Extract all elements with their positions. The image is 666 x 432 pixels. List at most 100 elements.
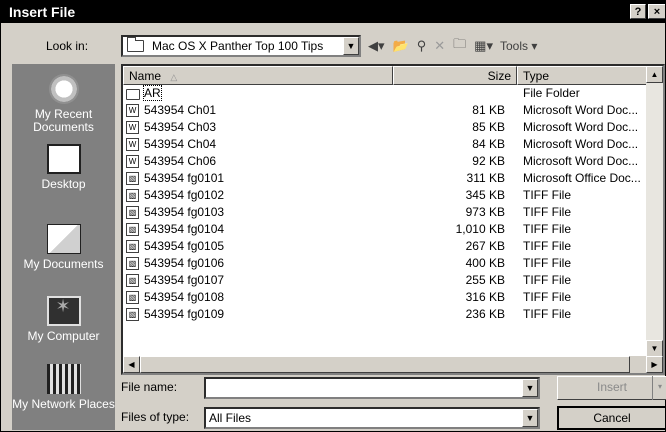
image-file-icon: ▧ xyxy=(126,274,139,287)
file-type: Microsoft Office Doc... xyxy=(523,171,641,185)
image-file-icon: ▧ xyxy=(126,308,139,321)
column-name-label: Name xyxy=(129,69,162,83)
look-in-value: Mac OS X Panther Top 100 Tips xyxy=(152,39,324,53)
file-name: 543954 Ch01 xyxy=(144,103,217,117)
file-type: TIFF File xyxy=(523,205,571,219)
place-label: Desktop xyxy=(41,177,86,191)
recent-documents-icon xyxy=(48,74,79,104)
file-size: 400 KB xyxy=(465,256,505,270)
column-header-size[interactable]: Size xyxy=(393,66,517,85)
insert-button-label: Insert xyxy=(596,380,627,394)
files-of-type-label: Files of type: xyxy=(121,410,190,424)
delete-icon[interactable]: ✕ xyxy=(431,38,448,54)
table-row[interactable]: W543954 Ch0692 KBMicrosoft Word Doc...8/… xyxy=(123,153,663,170)
file-size: 311 KB xyxy=(466,171,505,185)
horizontal-scrollbar[interactable]: ◀ ▶ xyxy=(123,356,663,373)
file-type: File Folder xyxy=(523,86,580,100)
file-size: 85 KB xyxy=(472,120,505,134)
table-row[interactable]: ▧ 543954 fg0101 311 KB Microsoft Office Doc… xyxy=(123,170,663,187)
insert-options-arrow-icon[interactable]: ▾ xyxy=(652,376,666,400)
table-row[interactable]: ▧543954 fg0103973 KBTIFF File7/28/2003 2… xyxy=(123,204,663,221)
scroll-right-icon[interactable]: ▶ xyxy=(646,356,663,373)
close-button[interactable]: × xyxy=(648,4,665,19)
cancel-button[interactable]: Cancel xyxy=(557,406,666,430)
scroll-up-icon[interactable]: ▲ xyxy=(646,66,663,83)
file-type: Microsoft Word Doc... xyxy=(523,120,639,134)
image-file-icon: ▧ xyxy=(126,257,139,270)
file-name: 543954 fg0102 xyxy=(144,188,225,202)
image-file-icon: ▧ xyxy=(126,172,139,185)
places-bar: My Recent Documents Desktop My Documents… xyxy=(12,64,115,430)
table-row[interactable]: W543954 Ch0181 KBMicrosoft Word Doc...7/… xyxy=(123,102,663,119)
file-size: 316 KB xyxy=(465,290,505,304)
up-folder-icon[interactable]: 📂 xyxy=(390,38,412,54)
table-row[interactable]: ▧543954 fg0107255 KBTIFF File7/28/2003 2… xyxy=(123,272,663,289)
dialog-title: Insert File xyxy=(9,4,76,20)
place-my-documents[interactable]: My Documents xyxy=(12,224,115,271)
back-icon[interactable]: ◀▾ xyxy=(365,38,388,54)
table-row[interactable]: ▧543954 fg0108316 KBTIFF File7/28/2003 2… xyxy=(123,289,663,306)
scroll-left-icon[interactable]: ◀ xyxy=(123,356,140,373)
files-of-type-value: All Files xyxy=(209,411,252,425)
place-my-recent-documents[interactable]: My Recent Documents xyxy=(12,74,115,134)
place-label: My Documents xyxy=(23,257,104,271)
file-name-input[interactable] xyxy=(206,379,516,395)
file-size: 236 KB xyxy=(465,307,505,321)
look-in-dropdown[interactable]: Mac OS X Panther Top 100 Tips ▼ xyxy=(121,35,361,57)
image-file-icon: ▧ xyxy=(126,206,139,219)
file-name: 543954 Ch03 xyxy=(144,120,217,134)
insert-button[interactable]: Insert xyxy=(557,376,666,400)
file-list[interactable]: Name △ Size Type Modified ARFile Folder1… xyxy=(121,64,665,375)
file-type: TIFF File xyxy=(523,239,571,253)
table-row[interactable]: ▧543954 fg0105267 KBTIFF File7/28/2003 2… xyxy=(123,238,663,255)
file-name: 543954 Ch06 xyxy=(144,154,217,168)
desktop-icon xyxy=(46,144,81,174)
word-document-icon: W xyxy=(126,121,139,134)
file-type: TIFF File xyxy=(523,273,571,287)
files-of-type-dropdown[interactable]: All Files ▼ xyxy=(204,407,540,429)
views-icon[interactable]: ▦▾ xyxy=(471,38,496,54)
horizontal-scroll-thumb[interactable] xyxy=(140,356,630,373)
file-size: 92 KB xyxy=(472,154,505,168)
file-name: 543954 fg0104 xyxy=(144,222,225,236)
table-row[interactable]: W543954 Ch0385 KBMicrosoft Word Doc...10… xyxy=(123,119,663,136)
column-header-type[interactable]: Type xyxy=(517,66,650,85)
tools-menu[interactable]: Tools ▾ xyxy=(498,39,540,53)
image-file-icon: ▧ xyxy=(126,223,139,236)
table-row[interactable]: ▧543954 fg0106400 KBTIFF File7/28/2003 2… xyxy=(123,255,663,272)
place-desktop[interactable]: Desktop xyxy=(12,144,115,191)
table-row[interactable]: W543954 Ch0484 KBMicrosoft Word Doc...9/… xyxy=(123,136,663,153)
word-document-icon: W xyxy=(126,155,139,168)
title-bar[interactable]: Insert File ? × xyxy=(1,1,665,23)
table-row[interactable]: ▧543954 fg0102345 KBTIFF File7/28/2003 2… xyxy=(123,187,663,204)
place-label: My Computer xyxy=(27,329,100,343)
file-size: 973 KB xyxy=(465,205,505,219)
scroll-down-icon[interactable]: ▼ xyxy=(646,340,663,357)
help-button[interactable]: ? xyxy=(630,4,646,19)
table-row[interactable]: ARFile Folder10/17/2003 1:16 AM xyxy=(123,85,663,102)
place-my-computer[interactable]: My Computer xyxy=(12,296,115,343)
file-name: 543954 fg0109 xyxy=(144,307,225,321)
chevron-down-icon[interactable]: ▼ xyxy=(522,379,538,397)
vertical-scrollbar[interactable]: ▲ ▼ xyxy=(646,66,663,357)
place-my-network-places[interactable]: My Network Places xyxy=(12,364,115,411)
chevron-down-icon[interactable]: ▼ xyxy=(343,37,359,55)
file-size: 345 KB xyxy=(465,188,505,202)
image-file-icon: ▧ xyxy=(126,189,139,202)
file-rows: ARFile Folder10/17/2003 1:16 AMW543954 C… xyxy=(123,85,663,323)
search-web-icon[interactable]: ⚲ xyxy=(414,38,430,54)
file-size: 1,010 KB xyxy=(455,222,505,236)
file-name-combo[interactable]: ▼ xyxy=(204,377,540,399)
file-size: 267 KB xyxy=(465,239,505,253)
file-type: TIFF File xyxy=(523,307,571,321)
table-row[interactable]: ▧543954 fg01041,010 KBTIFF File7/28/2003… xyxy=(123,221,663,238)
table-row[interactable]: ▧543954 fg0109236 KBTIFF File7/28/2003 2… xyxy=(123,306,663,323)
column-header-name[interactable]: Name △ xyxy=(123,66,393,85)
file-name-label: File name: xyxy=(121,380,178,394)
file-type: TIFF File xyxy=(523,188,571,202)
file-type: Microsoft Word Doc... xyxy=(523,137,639,151)
file-type: Microsoft Word Doc... xyxy=(523,154,639,168)
network-places-icon xyxy=(46,364,81,394)
new-folder-icon[interactable]: 🗀 xyxy=(450,35,469,57)
chevron-down-icon[interactable]: ▼ xyxy=(522,409,538,427)
